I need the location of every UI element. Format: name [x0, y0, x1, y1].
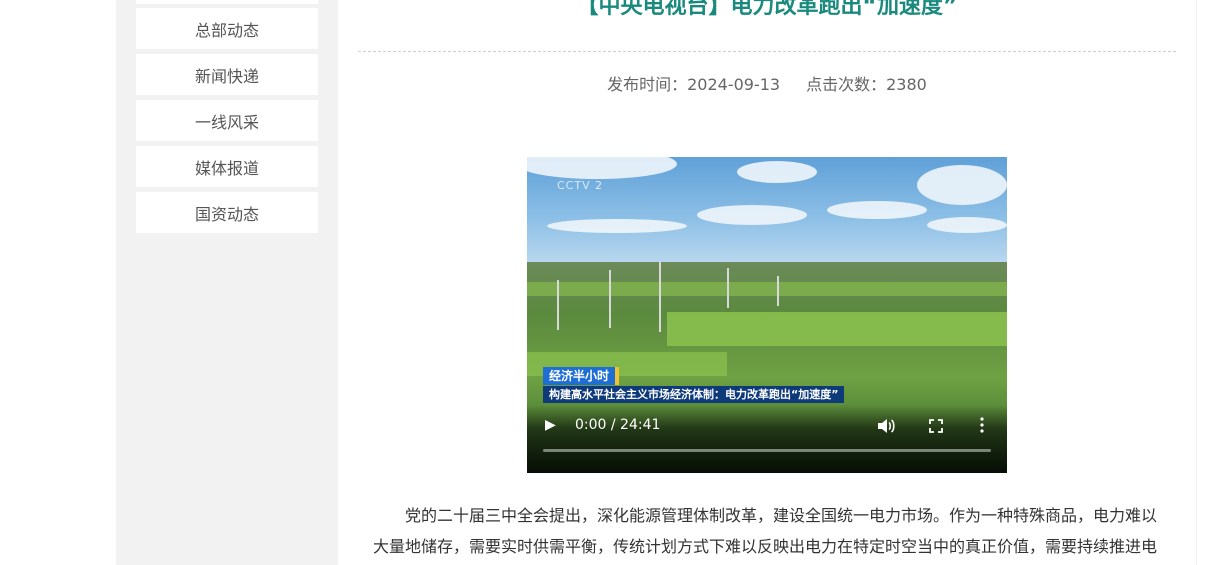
caption-headline: 构建高水平社会主义市场经济体制：电力改革跑出“加速度” [543, 386, 845, 403]
sidebar-item-media-reports[interactable]: 媒体报道 [136, 146, 318, 187]
more-options-icon[interactable] [980, 417, 984, 436]
video-player[interactable]: CCTV 2 经济半小时 构建高水平社会主义市场经济体制：电力改革跑出“加速度”… [527, 157, 1007, 473]
article-meta: 发布时间：2024-09-13 点击次数：2380 [338, 71, 1196, 95]
sidebar-item-label: 总部动态 [194, 20, 259, 40]
sidebar-item-headquarters-news[interactable]: 总部动态 [136, 8, 318, 49]
view-count: 点击次数：2380 [806, 75, 927, 94]
title-divider [358, 51, 1176, 52]
article-content: 【中央电视台】电力改革跑出“加速度” 发布时间：2024-09-13 点击次数：2… [338, 0, 1196, 565]
publish-date: 发布时间：2024-09-13 [607, 75, 781, 94]
sidebar-item-label: 国资动态 [194, 204, 259, 224]
video-controls: ▶ 0:00 / 24:41 [527, 405, 1007, 473]
article-paragraph: 党的二十届三中全会提出，深化能源管理体制改革，建设全国统一电力市场。作为一种特殊… [373, 506, 1158, 556]
sidebar-item-state-assets[interactable]: 国资动态 [136, 192, 318, 233]
video-progress-bar[interactable] [543, 449, 991, 452]
sidebar-item-news-express[interactable]: 新闻快递 [136, 54, 318, 95]
article-body: 党的二十届三中全会提出，深化能源管理体制改革，建设全国统一电力市场。作为一种特殊… [373, 500, 1161, 562]
sidebar-item-label: 媒体报道 [194, 158, 259, 178]
sidebar-item-label: 一线风采 [194, 112, 259, 132]
sidebar-item-frontline[interactable]: 一线风采 [136, 100, 318, 141]
video-time: 0:00 / 24:41 [575, 417, 661, 433]
fullscreen-icon[interactable] [929, 419, 943, 436]
video-frame-sky [527, 157, 1007, 267]
volume-icon[interactable] [877, 418, 895, 437]
article-title: 【中央电视台】电力改革跑出“加速度” [576, 0, 958, 19]
play-icon[interactable]: ▶ [545, 418, 556, 432]
sidebar-top-item [136, 0, 318, 4]
caption-program-tag: 经济半小时 [543, 367, 620, 385]
sidebar-item-label: 新闻快递 [194, 66, 259, 86]
channel-watermark: CCTV 2 [557, 179, 604, 192]
